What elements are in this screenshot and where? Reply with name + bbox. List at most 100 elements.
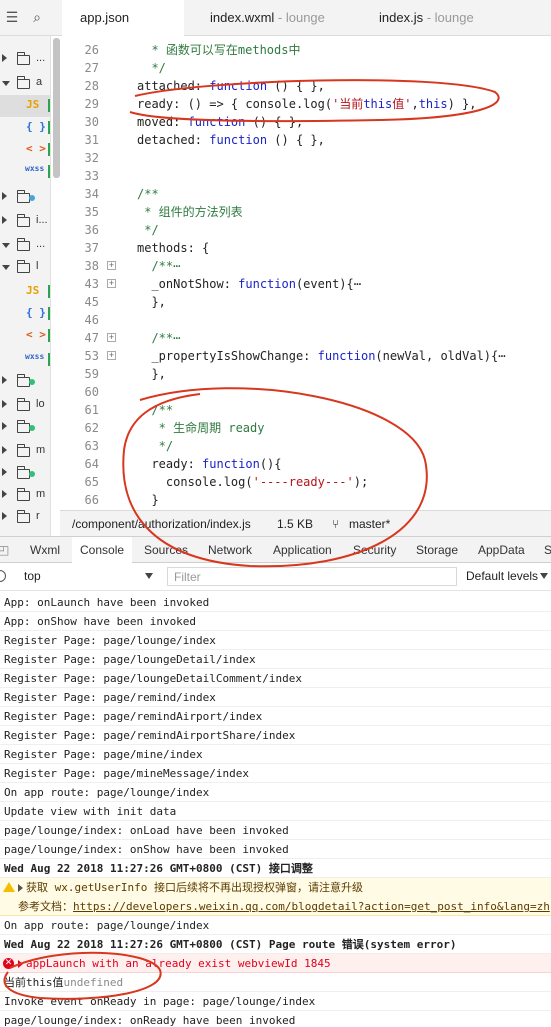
tree-folder[interactable] [0,187,50,209]
chevron-down-icon[interactable] [2,243,10,248]
fold-expand-icon[interactable]: + [107,333,116,342]
chevron-down-icon[interactable] [145,573,153,579]
file-type-icon: { } [26,306,46,319]
code-line[interactable]: /** [137,401,173,419]
chevron-down-icon[interactable] [2,81,10,86]
context-selector[interactable]: top [24,569,41,583]
inspect-icon[interactable]: ◰ [0,537,9,564]
tree-folder[interactable]: r [0,507,50,529]
tab-app-json[interactable]: app.json [62,0,184,36]
status-dot-icon [29,425,35,431]
tree-folder[interactable]: i... [0,211,50,233]
chevron-right-icon[interactable] [2,490,7,498]
code-line[interactable]: /** [137,185,159,203]
expand-arrow-icon[interactable] [18,884,23,892]
line-number: 53 [84,349,99,363]
tree-scrollbar[interactable] [53,38,60,178]
tab-index-js[interactable]: index.js - lounge [379,0,474,36]
chevron-right-icon[interactable] [2,54,7,62]
code-line[interactable]: }, [137,293,165,311]
error-icon: ✕ [3,958,14,969]
tab-application[interactable]: Application [273,537,332,564]
line-number: 46 [84,313,99,327]
console-entry: 当前this值undefined [0,973,551,992]
code-line[interactable]: */ [137,221,158,239]
tree-file[interactable]: < > [0,139,50,161]
tab-console[interactable]: Console [72,537,133,565]
folder-icon [16,488,30,501]
tree-folder[interactable]: a [0,73,50,95]
code-editor[interactable]: 26 * 函数可以写在methods中 27 */ 28 attached: func… [51,36,551,510]
chevron-right-icon[interactable] [2,376,7,384]
chevron-right-icon[interactable] [2,512,7,520]
code-line[interactable]: /**⋯ [137,257,180,275]
toggle-tree-icon[interactable]: ☰ [4,9,20,25]
tree-folder[interactable] [0,417,50,439]
console-toolbar: top Filter Default levels [0,563,551,591]
clear-console-icon[interactable] [0,570,6,582]
tree-file[interactable]: { } [0,303,50,325]
file-type-icon: JS [26,284,40,297]
console-filter-input[interactable]: Filter [167,567,457,586]
doc-link[interactable]: https://developers.weixin.qq.com/blogdet… [73,900,550,913]
code-line[interactable]: ready: () => { console.log('当前this值',thi… [137,95,477,113]
log-levels-dropdown[interactable]: Default levels [466,569,538,583]
code-line[interactable]: _onNotShow: function(event){⋯ [137,275,361,293]
chevron-down-icon[interactable] [2,265,10,270]
fold-expand-icon[interactable]: + [107,279,116,288]
code-line[interactable]: methods: { [137,239,209,257]
code-line[interactable]: }, [137,365,165,383]
tab-storage[interactable]: Storage [416,537,458,564]
code-line[interactable]: */ [137,59,165,77]
code-line[interactable]: * 生命周期 ready [137,419,265,437]
chevron-right-icon[interactable] [2,422,7,430]
code-line[interactable]: /**⋯ [137,329,180,347]
chevron-right-icon[interactable] [2,446,7,454]
tree-folder[interactable] [0,371,50,393]
tree-folder[interactable] [0,463,50,485]
git-branch[interactable]: master* [349,517,390,531]
chevron-right-icon[interactable] [2,468,7,476]
code-line[interactable]: */ [137,437,173,455]
console-message: 当前this值 [4,976,64,989]
code-line[interactable]: * 函数可以写在methods中 [137,41,300,59]
tree-file[interactable]: wxss [0,349,50,371]
expand-arrow-icon[interactable] [18,960,23,968]
line-number: 59 [84,367,99,381]
code-line[interactable]: * 组件的方法列表 [137,203,242,221]
tree-file[interactable]: JS [0,95,50,117]
search-icon[interactable]: ⌕ [29,9,45,25]
tree-folder[interactable]: lo [0,395,50,417]
line-number: 62 [84,421,99,435]
tree-folder[interactable]: ... [0,235,50,257]
code-line[interactable]: attached: function () { }, [137,77,325,95]
folder-icon [16,52,30,65]
code-line[interactable]: moved: function () { }, [137,113,303,131]
code-line[interactable]: console.log('----ready---'); [137,473,368,491]
tab-index-wxml[interactable]: index.wxml - lounge [210,0,325,36]
chevron-right-icon[interactable] [2,216,7,224]
code-line[interactable]: detached: function () { }, [137,131,325,149]
tree-folder[interactable]: m [0,441,50,463]
fold-expand-icon[interactable]: + [107,261,116,270]
chevron-right-icon[interactable] [2,192,7,200]
code-line[interactable]: } [137,491,158,509]
tab-network[interactable]: Network [208,537,252,564]
code-line[interactable]: ready: function(){ [137,455,281,473]
chevron-right-icon[interactable] [2,400,7,408]
tree-file[interactable]: wxss [0,161,50,183]
fold-expand-icon[interactable]: + [107,351,116,360]
tree-file[interactable]: { } [0,117,50,139]
tab-wxml[interactable]: Wxml [30,537,60,564]
tree-file[interactable]: JS [0,281,50,303]
tree-folder[interactable]: ... [0,49,50,71]
tab-sources[interactable]: Sources [144,537,188,564]
tab-overflow[interactable]: S [544,537,551,564]
tree-file[interactable]: < > [0,325,50,347]
chevron-down-icon[interactable] [540,573,548,579]
tree-folder[interactable]: l [0,257,50,279]
tab-security[interactable]: Security [353,537,396,564]
tree-folder[interactable]: m [0,485,50,507]
code-line[interactable]: _propertyIsShowChange: function(newVal, … [137,347,505,365]
tab-appdata[interactable]: AppData [478,537,525,564]
